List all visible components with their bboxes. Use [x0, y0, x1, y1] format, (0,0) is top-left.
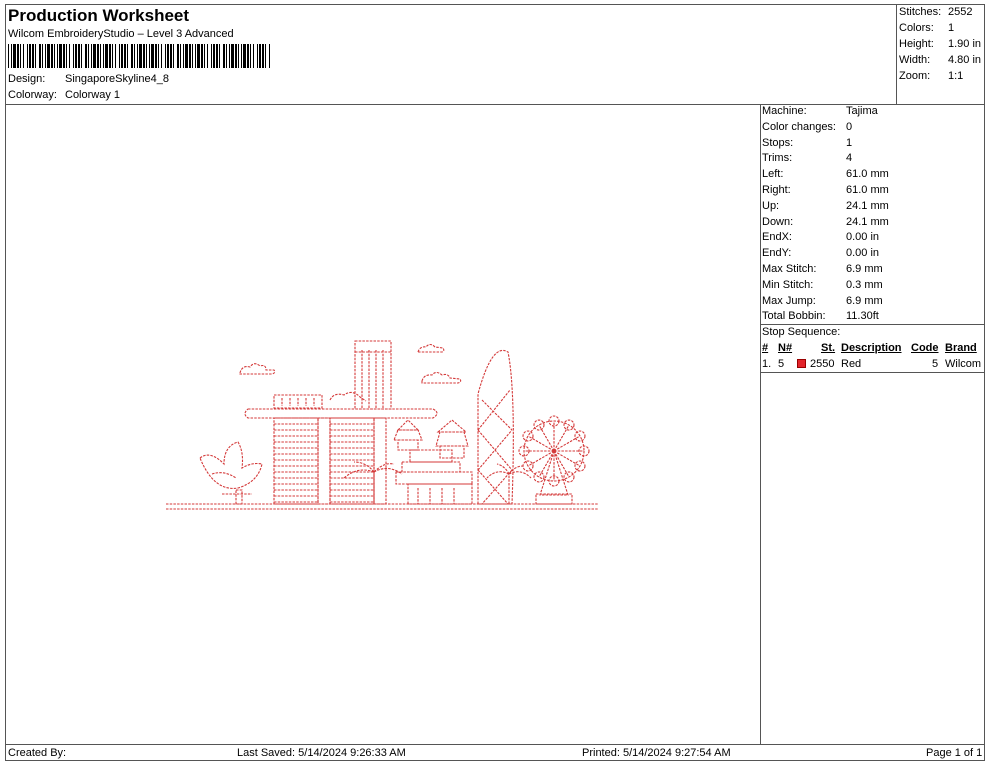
info-max-stitch: Max Stitch: 6.9 mm — [762, 263, 883, 275]
stop-header-description: Description — [841, 342, 902, 354]
stop-divider — [760, 372, 985, 373]
info-min-stitch: Min Stitch: 0.3 mm — [762, 278, 883, 291]
colorway-value: Colorway 1 — [65, 89, 121, 101]
design-label: Design: — [8, 73, 46, 85]
info-endx: EndX: 0.00 in — [762, 231, 880, 244]
page-title: Production Worksheet — [8, 6, 190, 25]
stop-sequence-title: Stop Sequence: — [762, 326, 841, 338]
colorway-label: Colorway: — [8, 89, 57, 101]
stop-row-description: Red — [841, 358, 862, 370]
info-up: Up: 24.1 mm — [762, 199, 889, 212]
stop-row-code: 5 — [932, 358, 939, 370]
stop-row-num: 1. — [762, 358, 772, 370]
stop-header-brand: Brand — [945, 342, 977, 354]
stop-row-brand: Wilcom — [945, 358, 982, 370]
info-machine: Machine: Tajima — [762, 105, 878, 117]
design-value: SingaporeSkyline4_8 — [65, 73, 169, 85]
stop-header-code: Code — [911, 342, 939, 354]
color-swatch — [797, 359, 806, 368]
footer-frame — [5, 744, 985, 761]
info-total-bobbin: Total Bobbin: 11.30ft — [762, 310, 879, 323]
stat-height: Height: 1.90 in — [899, 38, 982, 50]
embroidery-design-preview — [166, 340, 598, 510]
stop-header-stitches: St. — [821, 342, 836, 354]
software-name: Wilcom EmbroideryStudio – Level 3 Advanc… — [8, 28, 234, 40]
info-right: Right: 61.0 mm — [762, 184, 889, 196]
info-color-changes: Color changes: 0 — [762, 120, 853, 133]
stats-list: Stitches: 2552 Colors: 1 Height: 1.90 in Wi… — [899, 4, 984, 84]
stat-zoom: Zoom: 1:1 — [899, 70, 964, 82]
info-down: Down: 24.1 mm — [762, 215, 889, 228]
created-by: Created By: — [8, 747, 67, 759]
info-stops: Stops: 1 — [762, 136, 853, 149]
barcode-image — [8, 44, 270, 68]
stat-width: Width: 4.80 in — [899, 54, 982, 66]
page-number: Page 1 of 1 — [926, 747, 983, 759]
info-trims: Trims: 4 — [762, 152, 853, 165]
stop-row-stitches: 2550 — [810, 358, 835, 370]
stop-header-num: # — [762, 342, 769, 354]
stop-row-needle: 5 — [778, 358, 785, 370]
stat-colors: Colors: 1 — [899, 22, 955, 34]
stat-stitches: Stitches: 2552 — [899, 6, 973, 18]
last-saved: Last Saved: 5/14/2024 9:26:33 AM — [237, 747, 406, 759]
info-endy: EndY: 0.00 in — [762, 247, 880, 260]
info-max-jump: Max Jump: 6.9 mm — [762, 294, 883, 307]
stop-header-needle: N# — [778, 342, 793, 354]
info-left: Left: 61.0 mm — [762, 168, 889, 181]
printed-date: Printed: 5/14/2024 9:27:54 AM — [582, 747, 731, 759]
